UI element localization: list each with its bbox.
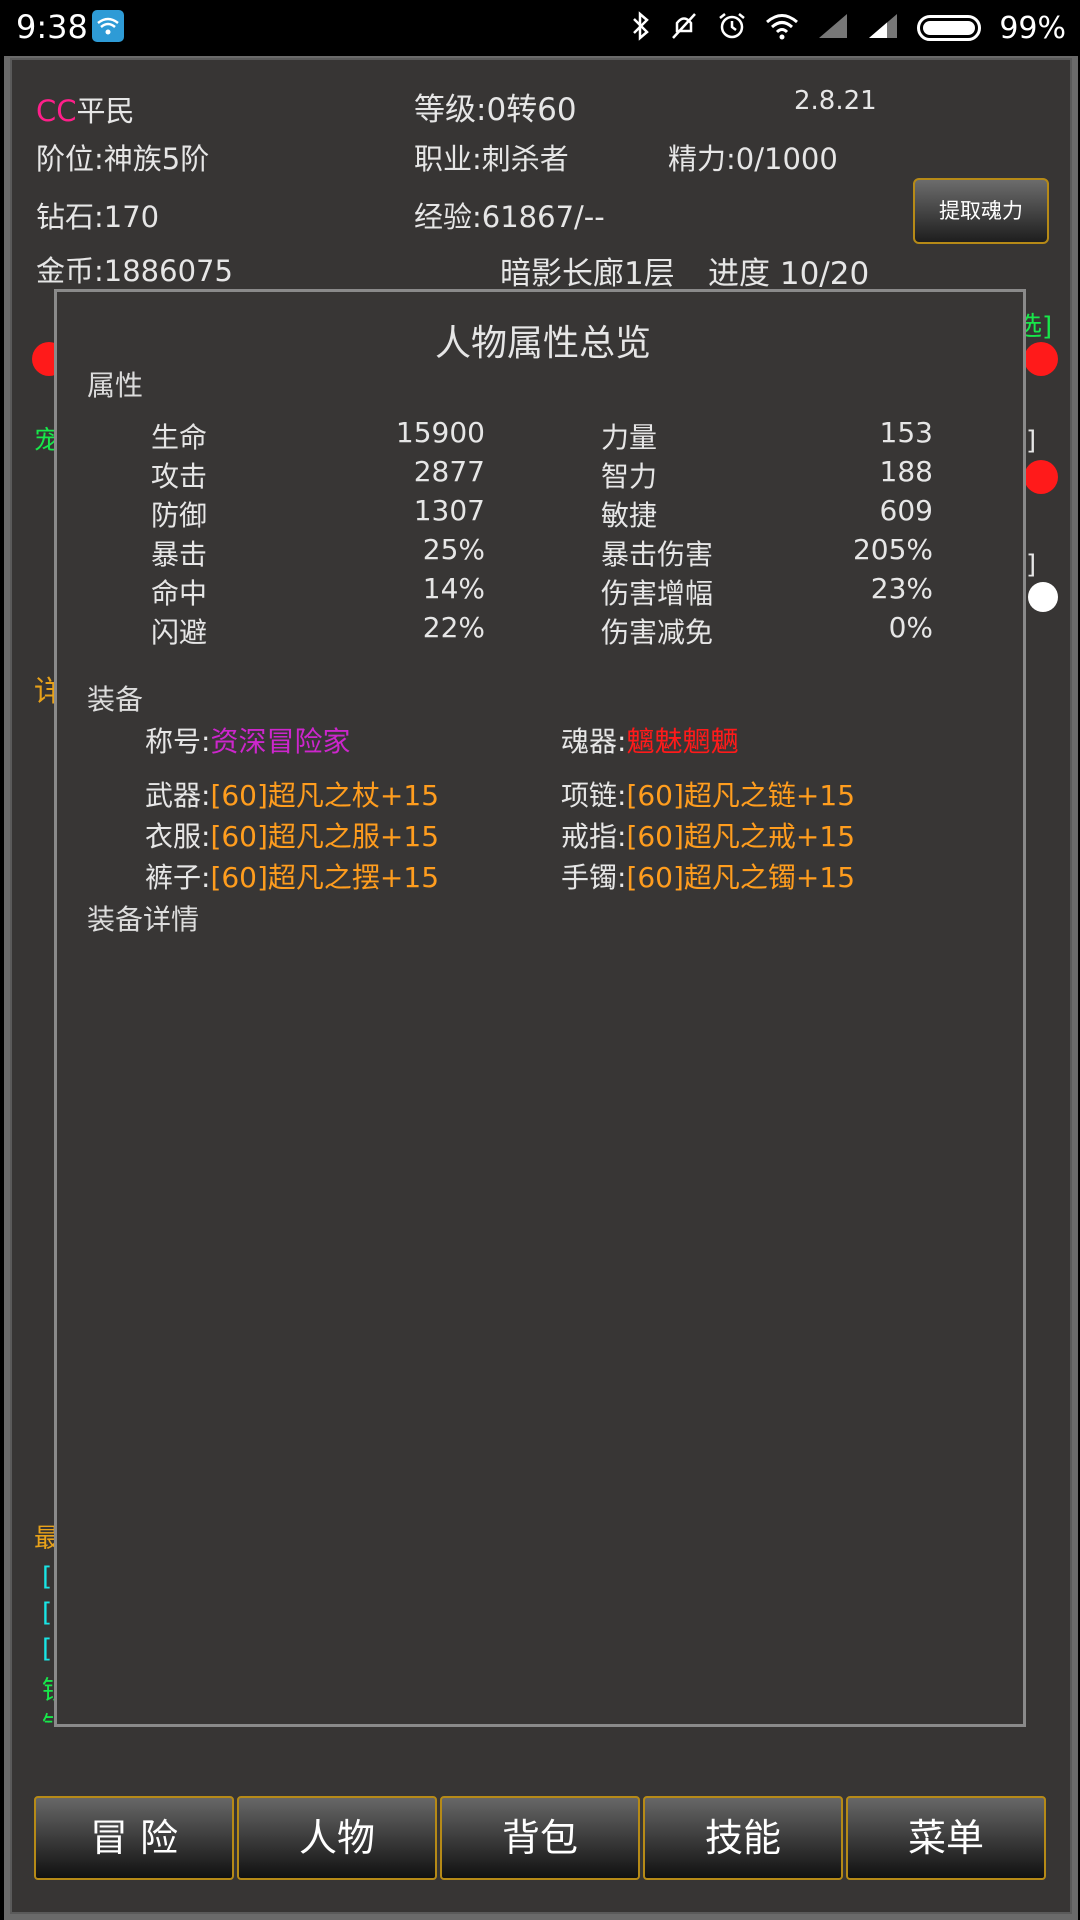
stat-dodge-value: 22%: [422, 611, 485, 644]
player-job: 职业:刺杀者: [414, 142, 569, 176]
dungeon-name: 暗影长廊1层: [500, 256, 675, 292]
player-title-value: 资深冒险家: [210, 725, 351, 758]
wifi-icon: [765, 12, 799, 44]
stat-crit-label: 暴击: [151, 538, 208, 571]
log-line-2: [: [42, 1598, 53, 1628]
stat-dodge-label: 闪避: [151, 616, 208, 649]
stat-intellect-value: 188: [879, 455, 933, 488]
stat-defense-value: 1307: [413, 494, 485, 527]
equip-bracelet-value: [60]超凡之镯+15: [626, 861, 856, 894]
equip-weapon-label: 武器:: [145, 779, 211, 812]
player-title-label: 称号:: [145, 725, 211, 758]
dungeon-progress: 进度 10/20: [708, 256, 870, 292]
stat-damage-boost-label: 伤害增幅: [601, 577, 714, 610]
character-overview-dialog[interactable]: 人物属性总览 属性 生命 15900 攻击 2877 防御 1307 暴击 25…: [54, 289, 1026, 1727]
equip-ring-row[interactable]: 戒指:[60]超凡之戒+15: [561, 815, 855, 855]
player-energy: 精力:0/1000: [668, 142, 838, 176]
player-name-prefix: CC: [36, 94, 77, 128]
status-bar: 9:38 99%: [0, 0, 1080, 56]
stat-damage-reduction-label: 伤害减免: [601, 616, 714, 649]
status-icons: 99%: [631, 8, 1066, 48]
nav-adventure-button[interactable]: 冒 险: [34, 1796, 234, 1880]
stat-hit-label: 命中: [151, 577, 208, 610]
extract-soul-button[interactable]: 提取魂力: [913, 178, 1049, 244]
equip-armor-row[interactable]: 衣服:[60]超凡之服+15: [145, 815, 439, 855]
mute-vibrate-icon: [669, 11, 699, 45]
toggle-dot[interactable]: [1028, 582, 1058, 612]
equip-pants-row[interactable]: 裤子:[60]超凡之摆+15: [145, 856, 439, 896]
nav-bag-button[interactable]: 背包: [440, 1796, 640, 1880]
signal-icon: [867, 12, 899, 44]
stat-attack-label: 攻击: [151, 460, 208, 493]
battery-icon: [917, 15, 982, 41]
equipment-details-title: 装备详情: [87, 903, 200, 936]
attributes-section-title: 属性: [87, 369, 144, 402]
stat-hp-label: 生命: [151, 421, 208, 454]
player-title-row[interactable]: 称号:资深冒险家: [145, 720, 350, 760]
equip-armor-value: [60]超凡之服+15: [210, 820, 440, 853]
nav-skills-button[interactable]: 技能: [643, 1796, 843, 1880]
equipment-section-title: 装备: [87, 683, 144, 716]
nav-menu-button[interactable]: 菜单: [846, 1796, 1046, 1880]
equip-weapon-row[interactable]: 武器:[60]超凡之杖+15: [145, 774, 439, 814]
stat-agility-value: 609: [879, 494, 933, 527]
wifi-notification-icon: [92, 10, 124, 42]
player-name-rest: 平民: [76, 94, 135, 128]
signal-weak-icon: [817, 12, 849, 44]
game-version: 2.8.21: [794, 86, 877, 116]
equip-weapon-value: [60]超凡之杖+15: [210, 779, 440, 812]
stat-attack-value: 2877: [413, 455, 485, 488]
status-dot-right-1: [1024, 342, 1058, 376]
equip-ring-value: [60]超凡之戒+15: [626, 820, 856, 853]
equip-ring-label: 戒指:: [561, 820, 627, 853]
equip-pants-label: 裤子:: [145, 861, 211, 894]
stat-crit-damage-value: 205%: [852, 533, 933, 566]
stat-damage-reduction-value: 0%: [888, 611, 933, 644]
player-gold: 金币:1886075: [36, 254, 233, 288]
equip-necklace-label: 项链:: [561, 779, 627, 812]
bracket-fragment-1: ]: [1026, 426, 1037, 456]
stat-strength-label: 力量: [601, 421, 658, 454]
player-level: 等级:0转60: [414, 92, 577, 128]
stat-hit-value: 14%: [422, 572, 485, 605]
player-diamonds: 钻石:170: [36, 200, 160, 234]
stat-defense-label: 防御: [151, 499, 208, 532]
dialog-title: 人物属性总览: [434, 323, 651, 364]
equip-armor-label: 衣服:: [145, 820, 211, 853]
alarm-icon: [717, 11, 747, 45]
soul-weapon-row[interactable]: 魂器:魑魅魍魉: [561, 720, 738, 760]
stat-crit-damage-label: 暴击伤害: [601, 538, 714, 571]
stat-damage-boost-value: 23%: [870, 572, 933, 605]
equip-bracelet-label: 手镯:: [561, 861, 627, 894]
log-line-1: [: [42, 1562, 53, 1592]
equip-pants-value: [60]超凡之摆+15: [210, 861, 440, 894]
player-name[interactable]: CC平民: [36, 88, 135, 130]
player-exp: 经验:61867/--: [414, 200, 605, 234]
status-time: 9:38: [16, 8, 88, 46]
log-line-3: [: [42, 1634, 53, 1664]
stat-strength-value: 153: [879, 416, 933, 449]
stat-agility-label: 敏捷: [601, 499, 658, 532]
nav-character-button[interactable]: 人物: [237, 1796, 437, 1880]
stat-hp-value: 15900: [395, 416, 485, 449]
soul-weapon-label: 魂器:: [561, 725, 627, 758]
equip-necklace-row[interactable]: 项链:[60]超凡之链+15: [561, 774, 855, 814]
battery-percent: 99%: [999, 10, 1066, 46]
bracket-fragment-2: ]: [1026, 550, 1037, 580]
equip-bracelet-row[interactable]: 手镯:[60]超凡之镯+15: [561, 856, 855, 896]
status-dot-right-2: [1024, 460, 1058, 494]
equip-necklace-value: [60]超凡之链+15: [626, 779, 856, 812]
bluetooth-icon: [631, 11, 651, 45]
player-rank: 阶位:神族5阶: [36, 142, 210, 176]
stat-intellect-label: 智力: [601, 460, 658, 493]
soul-weapon-value: 魑魅魍魉: [626, 725, 739, 758]
stat-crit-value: 25%: [422, 533, 485, 566]
